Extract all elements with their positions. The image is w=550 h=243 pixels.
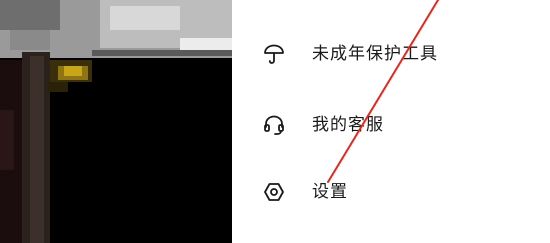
blurred-block — [92, 50, 232, 56]
blurred-block — [10, 30, 50, 50]
menu-item-settings[interactable]: 设置 — [232, 172, 550, 212]
blurred-block — [0, 110, 14, 170]
menu-item-customer-service[interactable]: 我的客服 — [232, 105, 550, 145]
blurred-block — [0, 0, 60, 30]
menu-item-minor-protection[interactable]: 未成年保护工具 — [232, 34, 550, 74]
menu-item-label: 我的客服 — [312, 115, 384, 135]
side-menu: 未成年保护工具 我的客服 设置 — [232, 0, 550, 243]
blurred-block — [110, 6, 180, 30]
menu-item-label: 未成年保护工具 — [312, 44, 438, 64]
umbrella-icon — [262, 42, 286, 66]
blurred-block — [30, 56, 44, 243]
blurred-block — [48, 82, 68, 92]
blurred-block — [64, 66, 82, 76]
menu-item-label: 设置 — [312, 182, 348, 202]
headset-icon — [262, 113, 286, 137]
video-preview-blurred — [0, 0, 232, 243]
hexagon-settings-icon — [262, 180, 286, 204]
